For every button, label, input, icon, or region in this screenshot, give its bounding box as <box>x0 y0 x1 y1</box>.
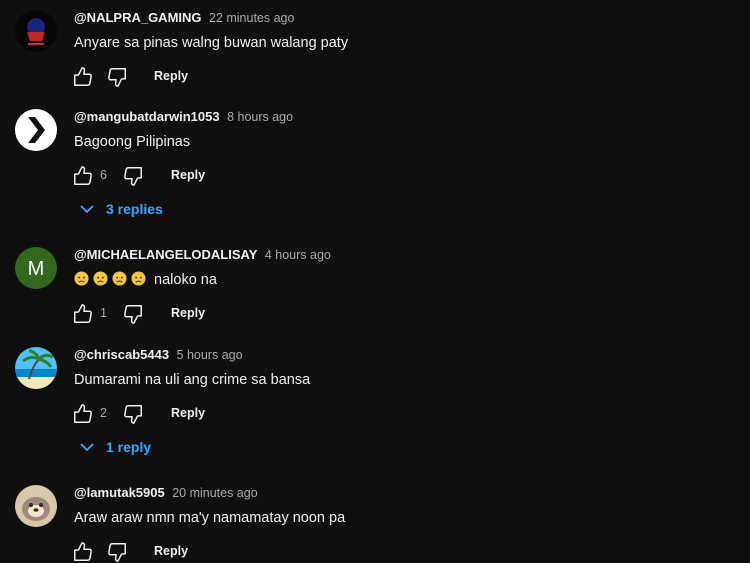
author-name[interactable]: @NALPRA_GAMING <box>74 10 202 25</box>
avatar[interactable] <box>15 10 57 52</box>
author-name[interactable]: @lamutak5905 <box>74 485 165 500</box>
comment-actions: Reply <box>72 66 372 88</box>
comment-header: @NALPRA_GAMING 22 minutes ago <box>74 10 294 26</box>
replies-count-label: 1 reply <box>106 439 152 455</box>
timestamp[interactable]: 5 hours ago <box>177 348 243 362</box>
like-count: 1 <box>100 306 107 320</box>
view-replies-button[interactable]: 1 reply <box>78 437 278 459</box>
comment-actions: 6 Reply <box>72 165 372 187</box>
comment-header: @mangubatdarwin1053 8 hours ago <box>74 109 293 125</box>
author-name[interactable]: @MICHAELANGELODALISAY <box>74 247 257 262</box>
comment-actions: 2 Reply <box>72 403 372 425</box>
comment-text: Anyare sa pinas walng buwan walang paty <box>74 35 349 51</box>
avatar[interactable]: M <box>15 247 57 289</box>
timestamp[interactable]: 8 hours ago <box>227 110 293 124</box>
replies-count-label: 3 replies <box>106 201 163 217</box>
reply-button[interactable]: Reply <box>171 406 205 420</box>
chevron-down-icon <box>80 205 94 214</box>
comment-actions: Reply <box>72 541 372 563</box>
comment-header: @chriscab5443 5 hours ago <box>74 347 243 363</box>
worried-face-icon <box>112 271 127 286</box>
thumbs-up-icon[interactable] <box>72 541 94 563</box>
thumbs-down-icon[interactable] <box>122 403 144 425</box>
comment-text: naloko na <box>74 271 217 289</box>
thumbs-down-icon[interactable] <box>122 165 144 187</box>
reply-button[interactable]: Reply <box>171 306 205 320</box>
worried-face-icon <box>131 271 146 286</box>
comment-header: @MICHAELANGELODALISAY 4 hours ago <box>74 247 331 263</box>
chevron-down-icon <box>80 443 94 452</box>
view-replies-button[interactable]: 3 replies <box>78 199 278 221</box>
like-count: 6 <box>100 168 107 182</box>
timestamp[interactable]: 20 minutes ago <box>172 486 257 500</box>
comments-section: @NALPRA_GAMING 22 minutes ago Anyare sa … <box>0 0 750 563</box>
author-name[interactable]: @mangubatdarwin1053 <box>74 109 220 124</box>
reply-button[interactable]: Reply <box>171 168 205 182</box>
comment-text: Bagoong Pilipinas <box>74 134 191 150</box>
worried-face-icon <box>93 271 108 286</box>
thumbs-down-icon[interactable] <box>106 541 128 563</box>
thumbs-up-icon[interactable] <box>72 303 94 325</box>
worried-face-icon <box>74 271 89 286</box>
timestamp[interactable]: 22 minutes ago <box>209 11 294 25</box>
thumbs-down-icon[interactable] <box>106 66 128 88</box>
comment-actions: 1 Reply <box>72 303 372 325</box>
avatar-letter: M <box>28 258 45 280</box>
thumbs-up-icon[interactable] <box>72 66 94 88</box>
comment-text: Dumarami na uli ang crime sa bansa <box>74 372 311 388</box>
comment-text: Araw araw nmn ma'y namamatay noon pa <box>74 510 346 526</box>
reply-button[interactable]: Reply <box>154 69 188 83</box>
like-count: 2 <box>100 406 107 420</box>
avatar[interactable] <box>15 109 57 151</box>
avatar[interactable] <box>15 347 57 389</box>
thumbs-up-icon[interactable] <box>72 403 94 425</box>
timestamp[interactable]: 4 hours ago <box>265 248 331 262</box>
comment-text-content: naloko na <box>154 272 217 288</box>
reply-button[interactable]: Reply <box>154 544 188 558</box>
avatar[interactable] <box>15 485 57 527</box>
comment-header: @lamutak5905 20 minutes ago <box>74 485 258 501</box>
author-name[interactable]: @chriscab5443 <box>74 347 169 362</box>
thumbs-down-icon[interactable] <box>122 303 144 325</box>
thumbs-up-icon[interactable] <box>72 165 94 187</box>
